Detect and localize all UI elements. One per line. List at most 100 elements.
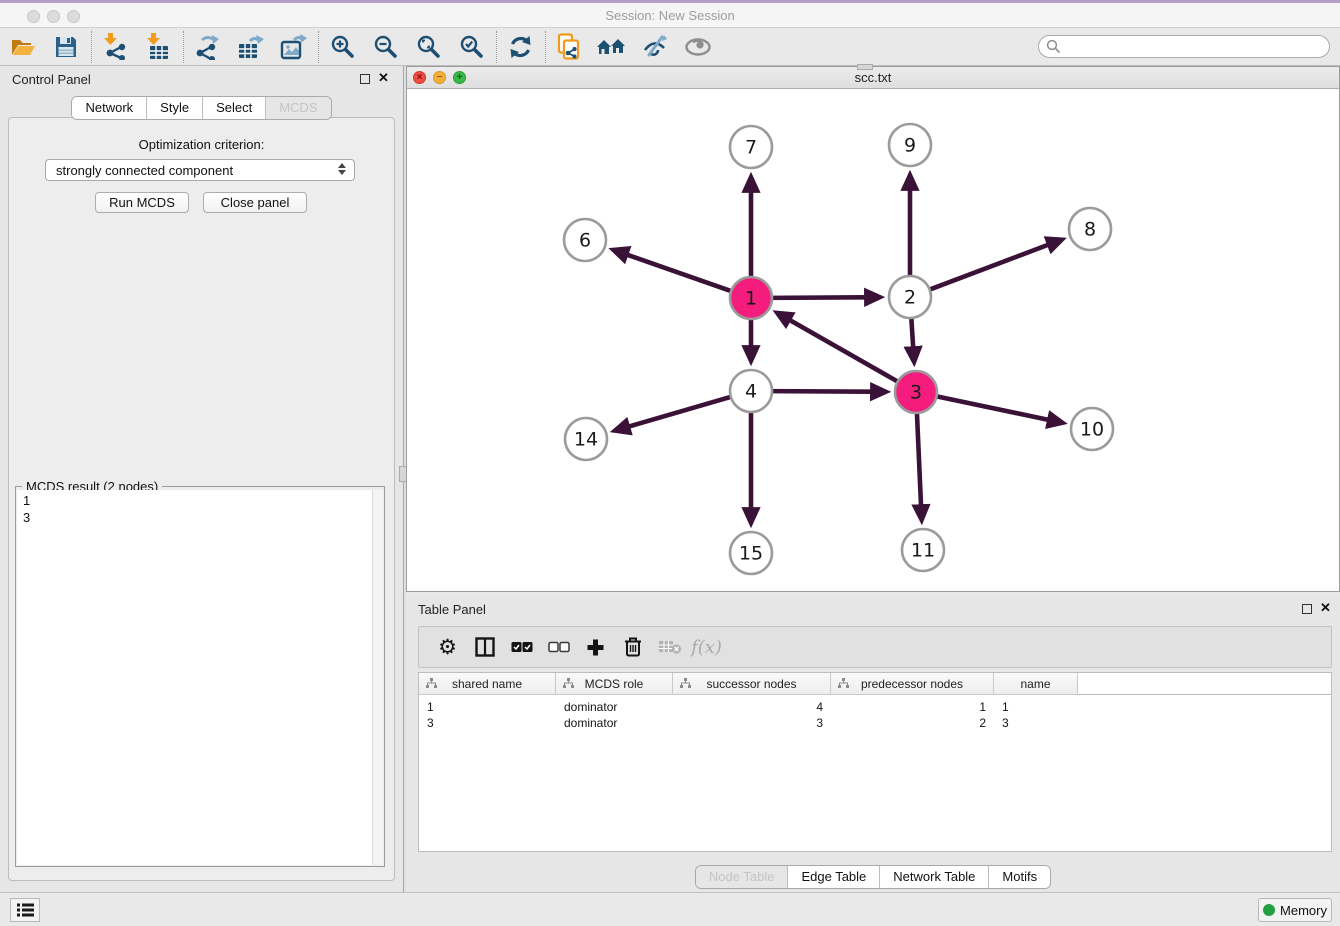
home-views-button[interactable] bbox=[593, 30, 631, 64]
table-row[interactable]: 3dominator323 bbox=[419, 715, 1331, 731]
zoom-fit-button[interactable] bbox=[409, 30, 447, 64]
tab-network[interactable]: Network bbox=[72, 97, 146, 119]
show-columns-button[interactable] bbox=[466, 629, 503, 665]
edge-2-to-3[interactable] bbox=[911, 317, 913, 347]
save-session-button[interactable] bbox=[47, 30, 85, 64]
table-cell: 1 bbox=[994, 699, 1078, 715]
edge-3-to-11[interactable] bbox=[917, 412, 921, 505]
network-window-titlebar[interactable]: × − + scc.txt bbox=[407, 67, 1339, 89]
clone-network-icon bbox=[556, 33, 582, 61]
tab-select[interactable]: Select bbox=[202, 97, 265, 119]
node-label-15: 15 bbox=[739, 543, 763, 565]
export-image-button[interactable] bbox=[274, 30, 312, 64]
export-image-icon bbox=[280, 34, 307, 60]
table-toolbar: ⚙ bbox=[418, 626, 1332, 668]
edge-3-to-10[interactable] bbox=[936, 396, 1048, 420]
column-header-mcds-role[interactable]: MCDS role bbox=[556, 673, 673, 695]
edge-1-to-6[interactable] bbox=[627, 255, 732, 292]
zoom-out-button[interactable] bbox=[366, 30, 404, 64]
edge-1-to-2[interactable] bbox=[771, 297, 865, 298]
import-network-icon bbox=[102, 33, 128, 60]
edge-2-to-8[interactable] bbox=[929, 245, 1048, 290]
tab-node-table[interactable]: Node Table bbox=[696, 866, 788, 888]
export-table-icon bbox=[237, 34, 264, 60]
application-window: Session: New Session bbox=[0, 0, 1340, 926]
edge-4-to-14[interactable] bbox=[629, 397, 732, 427]
result-line: 3 bbox=[23, 509, 371, 526]
tab-motifs[interactable]: Motifs bbox=[988, 866, 1050, 888]
run-mcds-button[interactable]: Run MCDS bbox=[95, 192, 189, 213]
table-cell: 3 bbox=[419, 715, 556, 731]
table-cell: dominator bbox=[556, 699, 673, 715]
table-settings-button[interactable]: ⚙ bbox=[429, 629, 466, 665]
eye-icon bbox=[684, 36, 712, 58]
search-input[interactable] bbox=[1038, 35, 1330, 58]
add-column-button[interactable] bbox=[577, 629, 614, 665]
status-bar: Memory bbox=[0, 892, 1340, 926]
save-icon bbox=[54, 35, 78, 59]
refresh-view-button[interactable] bbox=[501, 30, 539, 64]
zoom-selected-button[interactable] bbox=[452, 30, 490, 64]
optimization-criterion-select[interactable]: strongly connected component bbox=[45, 159, 355, 181]
function-icon: f(x) bbox=[691, 637, 722, 658]
table-panel-title: Table Panel bbox=[418, 602, 486, 617]
control-panel-title: Control Panel bbox=[12, 72, 91, 87]
select-all-button[interactable] bbox=[503, 629, 540, 665]
mcds-result-text[interactable]: 13 bbox=[17, 492, 371, 865]
horizontal-splitter-grip[interactable] bbox=[857, 64, 873, 70]
hide-graphics-details-button[interactable] bbox=[636, 30, 674, 64]
memory-button[interactable]: Memory bbox=[1258, 898, 1332, 922]
column-header-label: shared name bbox=[452, 677, 522, 691]
column-header-name[interactable]: name bbox=[994, 673, 1078, 695]
edge-4-to-3[interactable] bbox=[771, 391, 871, 392]
float-panel-icon[interactable] bbox=[360, 74, 370, 84]
open-session-button[interactable] bbox=[4, 30, 42, 64]
edge-3-to-1[interactable] bbox=[790, 320, 899, 382]
hierarchy-icon bbox=[563, 678, 574, 692]
result-scrollbar[interactable] bbox=[372, 490, 383, 865]
homes-icon bbox=[597, 35, 627, 59]
node-label-10: 10 bbox=[1080, 419, 1104, 441]
tab-network-table[interactable]: Network Table bbox=[879, 866, 988, 888]
network-canvas[interactable]: 7968124314101511 bbox=[407, 89, 1339, 591]
toolbar-separator bbox=[496, 31, 497, 63]
import-table-button[interactable] bbox=[139, 30, 177, 64]
column-header-predecessor-nodes[interactable]: predecessor nodes bbox=[831, 673, 994, 695]
task-history-button[interactable] bbox=[10, 898, 40, 922]
tab-style[interactable]: Style bbox=[146, 97, 202, 119]
selected-option: strongly connected component bbox=[56, 163, 233, 178]
zoom-out-icon bbox=[373, 34, 398, 59]
network-view-window: × − + scc.txt 7968124314101511 bbox=[406, 66, 1340, 592]
import-network-button[interactable] bbox=[96, 30, 134, 64]
columns-icon bbox=[475, 637, 495, 657]
close-panel-icon[interactable]: ✕ bbox=[1320, 600, 1331, 616]
node-label-4: 4 bbox=[745, 381, 757, 403]
tab-mcds[interactable]: MCDS bbox=[265, 97, 330, 119]
export-table-button[interactable] bbox=[231, 30, 269, 64]
float-panel-icon[interactable] bbox=[1302, 604, 1312, 614]
open-folder-icon bbox=[10, 35, 37, 59]
delete-table-button[interactable] bbox=[651, 629, 688, 665]
column-header-successor-nodes[interactable]: successor nodes bbox=[673, 673, 831, 695]
toolbar-separator bbox=[183, 31, 184, 63]
apply-function-button[interactable]: f(x) bbox=[688, 629, 725, 665]
network-title: scc.txt bbox=[407, 70, 1339, 85]
show-graphics-details-button[interactable] bbox=[679, 30, 717, 64]
table-row[interactable]: 1dominator411 bbox=[419, 699, 1331, 715]
trash-icon bbox=[624, 637, 642, 657]
table-cell: 1 bbox=[831, 699, 994, 715]
close-panel-icon[interactable]: ✕ bbox=[378, 70, 389, 86]
clone-network-button[interactable] bbox=[550, 30, 588, 64]
memory-status-icon bbox=[1263, 904, 1275, 916]
node-label-1: 1 bbox=[745, 288, 757, 310]
table-panel-header: Table Panel ✕ bbox=[406, 596, 1340, 624]
import-table-icon bbox=[145, 33, 171, 60]
zoom-in-button[interactable] bbox=[323, 30, 361, 64]
delete-column-button[interactable] bbox=[614, 629, 651, 665]
tab-edge-table[interactable]: Edge Table bbox=[787, 866, 879, 888]
deselect-all-icon bbox=[548, 641, 570, 653]
export-network-button[interactable] bbox=[188, 30, 226, 64]
column-header-shared-name[interactable]: shared name bbox=[419, 673, 556, 695]
close-panel-button[interactable]: Close panel bbox=[203, 192, 307, 213]
deselect-all-button[interactable] bbox=[540, 629, 577, 665]
